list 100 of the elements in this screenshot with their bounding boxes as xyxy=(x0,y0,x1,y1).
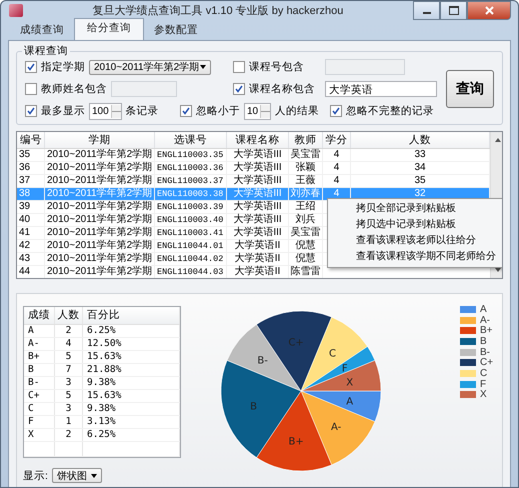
table-cell: 37 xyxy=(17,175,45,187)
slice-label: B xyxy=(250,401,257,412)
table-cell: 35 xyxy=(17,149,45,161)
table-cell: 王绍 xyxy=(289,201,323,213)
table-cell: 2010~2011学年第2学期 xyxy=(45,240,155,252)
checkbox-label: 指定学期 xyxy=(41,60,85,74)
table-cell: 大学英语II xyxy=(227,240,289,252)
table-cell: 大学英语III xyxy=(227,214,289,226)
table-cell: 倪慧 xyxy=(289,253,323,265)
table-cell: 2 xyxy=(55,325,83,337)
table-cell: 2010~2011学年第2学期 xyxy=(45,266,155,278)
slice-label: A xyxy=(346,396,354,408)
table-cell: ENGL110003.35 xyxy=(155,149,227,161)
table-cell: 大学英语III xyxy=(227,175,289,187)
table-cell: X xyxy=(24,429,55,441)
legend-label: F xyxy=(480,378,486,390)
table-cell: 倪慧 xyxy=(289,240,323,252)
suffix-label: 人的结果 xyxy=(275,104,320,118)
table-cell: 吴宝雷 xyxy=(289,227,323,239)
checkbox-label: 课程号包含 xyxy=(249,60,305,74)
table-cell: 4 xyxy=(323,175,351,187)
table-cell: 6.25% xyxy=(83,429,180,441)
table-cell: 2010~2011学年第2学期 xyxy=(45,175,155,187)
checkbox-label: 最多显示 xyxy=(41,104,85,118)
slice-label: C+ xyxy=(288,338,304,349)
table-cell: A- xyxy=(24,338,55,350)
table-cell: ENGL110003.36 xyxy=(155,162,227,174)
table-cell: 6.25% xyxy=(83,325,180,337)
table-cell: 3 xyxy=(55,403,83,415)
checkbox-label: 课程名称包含 xyxy=(249,82,316,96)
table-cell: 2010~2011学年第2学期 xyxy=(45,188,155,200)
table-cell: 2010~2011学年第2学期 xyxy=(45,149,155,161)
checkbox-label: 忽略不完整的记录 xyxy=(346,104,434,118)
table-cell: 2010~2011学年第2学期 xyxy=(45,227,155,239)
table-cell: 4 xyxy=(55,338,83,350)
table-cell: 42 xyxy=(17,240,45,252)
legend-label: C+ xyxy=(480,357,494,368)
table-cell: 吴宝雷 xyxy=(289,149,323,161)
table-cell: 39 xyxy=(17,201,45,213)
table-cell: C xyxy=(24,403,55,415)
suffix-label: 条记录 xyxy=(126,104,159,118)
table-cell: ENGL110003.41 xyxy=(155,227,227,239)
table-cell: 21.88% xyxy=(83,364,180,376)
table-cell: 15.63% xyxy=(83,390,180,402)
table-cell: 5 xyxy=(55,390,83,402)
table-cell: 40 xyxy=(17,214,45,226)
table-cell: 2 xyxy=(55,429,83,441)
table-cell: 张颖 xyxy=(289,162,323,174)
table-cell: 3.13% xyxy=(83,416,180,428)
table-cell: 2010~2011学年第2学期 xyxy=(45,214,155,226)
table-cell: 15.63% xyxy=(83,351,180,363)
legend-label: A xyxy=(480,304,487,315)
table-cell: 大学英语III xyxy=(227,188,289,200)
table-cell: 2010~2011学年第2学期 xyxy=(45,162,155,174)
group-title: 课程查询 xyxy=(22,44,70,58)
table-cell: 大学英语III xyxy=(227,149,289,161)
table-cell: 9.38% xyxy=(83,403,180,415)
table-cell: 4 xyxy=(323,162,351,174)
legend-label: B+ xyxy=(480,325,493,336)
checkbox-label: 忽略小于 xyxy=(196,104,240,118)
table-cell: A xyxy=(24,325,55,337)
table-cell: ENGL110044.03 xyxy=(155,266,227,278)
table-cell: 5 xyxy=(55,351,83,363)
table-cell: 刘亦春 xyxy=(289,188,323,200)
legend-label: X xyxy=(480,389,487,400)
table-cell: 陈雪雷 xyxy=(289,266,323,278)
table-cell: ENGL110003.39 xyxy=(155,201,227,213)
table-cell: B+ xyxy=(24,351,55,363)
table-cell: 2010~2011学年第2学期 xyxy=(45,201,155,213)
table-cell: 7 xyxy=(55,364,83,376)
display-label: 显示: xyxy=(23,468,48,482)
slice-label: F xyxy=(342,364,348,375)
table-cell: 大学英语III xyxy=(227,201,289,213)
slice-label: B+ xyxy=(288,436,304,448)
table-cell: 王薇 xyxy=(289,175,323,187)
table-cell: F xyxy=(24,416,55,428)
checkbox-label: 教师姓名包含 xyxy=(41,82,107,96)
table-cell: ENGL110044.02 xyxy=(155,253,227,265)
legend-label: A- xyxy=(480,314,490,326)
table-cell: 1 xyxy=(55,416,83,428)
table-cell: 2010~2011学年第2学期 xyxy=(45,253,155,265)
window-title: 复旦大学绩点查询工具 v1.10 专业版 by hackerzhou xyxy=(92,4,344,18)
table-cell: 41 xyxy=(17,227,45,239)
table-cell: 43 xyxy=(17,253,45,265)
legend-label: B- xyxy=(480,346,490,358)
table-cell: ENGL110003.40 xyxy=(155,214,227,226)
table-cell: ENGL110003.37 xyxy=(155,175,227,187)
legend-label: C xyxy=(480,368,488,379)
table-cell: 刘兵 xyxy=(289,214,323,226)
table-cell: 36 xyxy=(17,162,45,174)
legend-label: B xyxy=(480,336,487,347)
table-cell: 44 xyxy=(17,266,45,278)
table-cell: 大学英语II xyxy=(227,266,289,278)
slice-label: X xyxy=(346,377,354,388)
table-cell: 12.50% xyxy=(83,338,180,350)
table-cell: 大学英语II xyxy=(227,253,289,265)
table-cell: B xyxy=(24,364,55,376)
table-cell: B- xyxy=(24,377,55,389)
slice-label: B- xyxy=(257,356,268,367)
table-cell: 3 xyxy=(55,377,83,389)
